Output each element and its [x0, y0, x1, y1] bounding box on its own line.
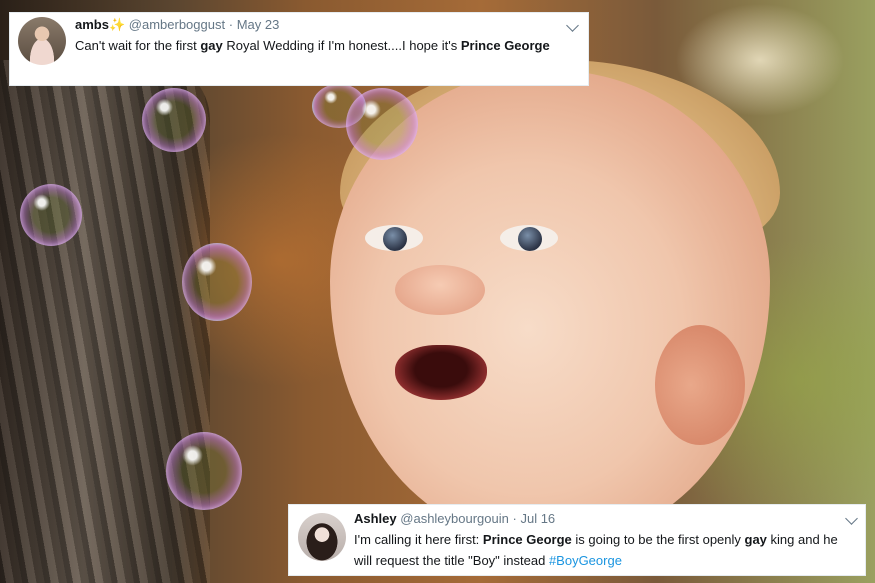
tweet-date[interactable]: Jul 16	[520, 511, 555, 526]
tweet-text: Can't wait for the first gay Royal Weddi…	[75, 38, 550, 53]
avatar[interactable]	[298, 513, 346, 561]
avatar[interactable]	[18, 17, 66, 65]
hashtag-link[interactable]: #BoyGeorge	[549, 553, 622, 568]
tweet-date[interactable]: May 23	[237, 17, 280, 32]
sparkles-icon: ✨	[108, 17, 126, 32]
soap-bubble	[20, 184, 82, 246]
user-name[interactable]: Ashley	[354, 511, 397, 526]
user-handle[interactable]: @amberboggust	[129, 17, 225, 32]
tweet-text: I'm calling it here first: Prince George…	[354, 532, 838, 568]
background-photo	[0, 0, 875, 583]
child-right-eye	[500, 225, 558, 251]
user-handle[interactable]: @ashleybourgouin	[400, 511, 509, 526]
child-left-eye	[365, 225, 423, 251]
child-nose	[395, 265, 485, 315]
tweet-header: ambs✨ @amberboggust · May 23	[75, 17, 279, 33]
soap-bubble	[142, 88, 206, 152]
chevron-down-icon[interactable]	[566, 19, 579, 32]
child-ear	[655, 325, 745, 445]
soap-bubble	[346, 88, 418, 160]
separator-dot: ·	[228, 17, 234, 32]
separator-dot: ·	[512, 511, 517, 526]
user-name[interactable]: ambs	[75, 17, 109, 32]
soap-bubble	[182, 243, 252, 321]
tweet-header: Ashley @ashleybourgouin · Jul 16	[354, 511, 555, 526]
soap-bubble	[166, 432, 242, 510]
chevron-down-icon[interactable]	[845, 512, 858, 525]
child-mouth	[395, 345, 487, 400]
tweet-card-ashley[interactable]: Ashley @ashleybourgouin · Jul 16 I'm cal…	[288, 504, 866, 576]
tweet-card-ambs[interactable]: ambs✨ @amberboggust · May 23 Can't wait …	[9, 12, 589, 86]
